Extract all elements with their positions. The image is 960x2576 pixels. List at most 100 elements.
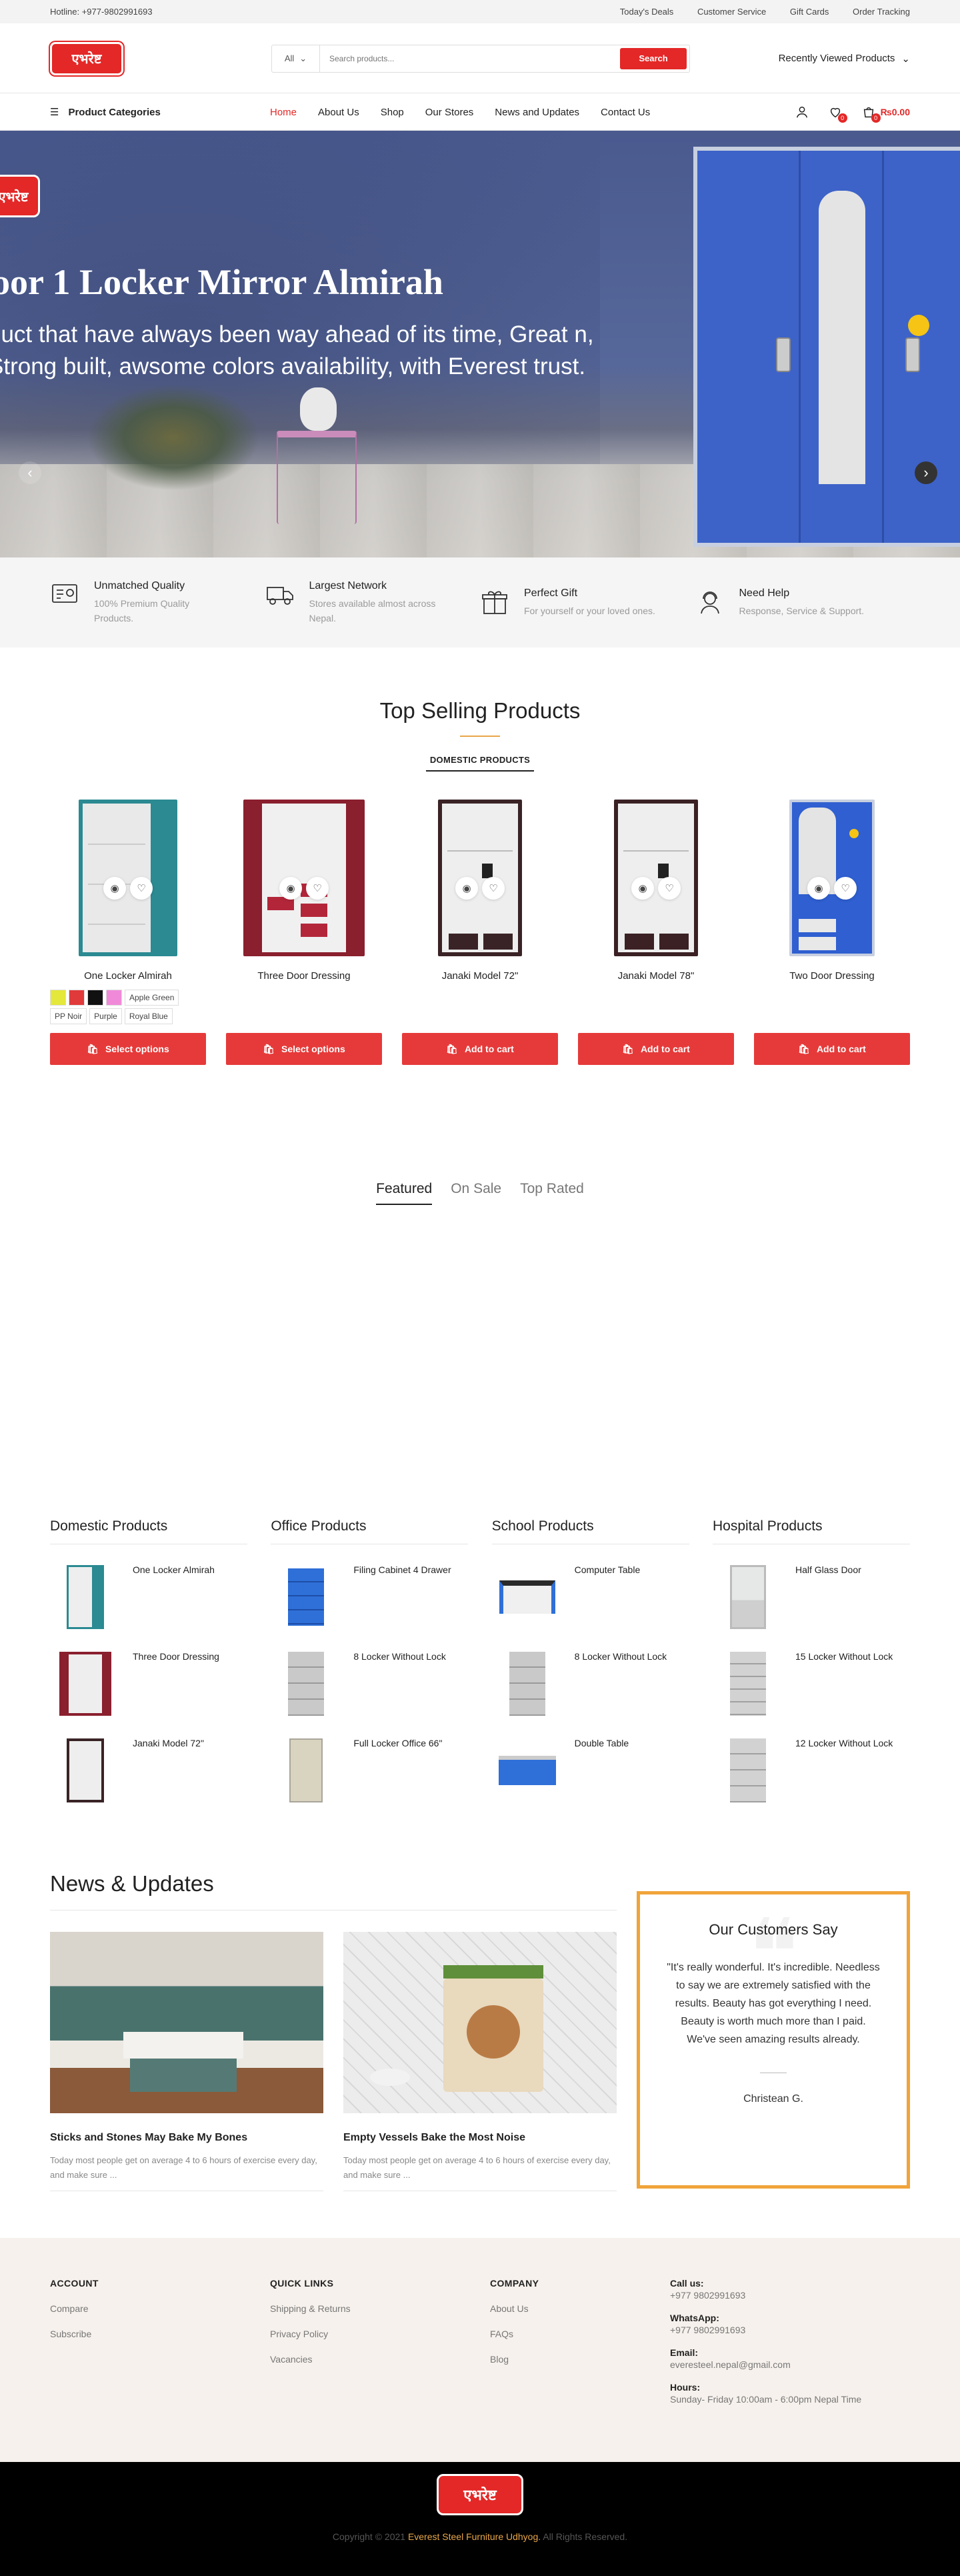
product-name[interactable]: Three Door Dressing (226, 970, 382, 982)
wishlist-icon[interactable]: ♡ (482, 877, 505, 900)
category-title[interactable]: Office Products (271, 1518, 469, 1544)
product-thumb[interactable] (50, 1736, 121, 1804)
menu-contact-us[interactable]: Contact Us (601, 107, 650, 118)
slider-next-arrow[interactable]: › (915, 461, 937, 484)
category-product[interactable]: 15 Locker Without Lock (713, 1650, 910, 1718)
product-image[interactable]: ◉ ♡ (402, 800, 558, 960)
quick-view-icon[interactable]: ◉ (807, 877, 830, 900)
tab-featured[interactable]: Featured (376, 1181, 433, 1205)
product-thumb[interactable] (271, 1563, 341, 1631)
tab-domestic-products[interactable]: DOMESTIC PRODUCTS (425, 755, 535, 772)
product-name[interactable]: Double Table (575, 1738, 629, 1804)
menu-home[interactable]: Home (270, 107, 297, 118)
product-image[interactable]: ◉ ♡ (578, 800, 734, 960)
swatch-pink[interactable] (106, 990, 122, 1006)
search-input[interactable] (320, 45, 617, 72)
product-name[interactable]: One Locker Almirah (133, 1564, 215, 1631)
wishlist-icon[interactable]: ♡ (658, 877, 681, 900)
product-image[interactable]: ◉ ♡ (226, 800, 382, 960)
select-options-button[interactable]: 🛍 Select options (50, 1033, 206, 1065)
category-product[interactable]: One Locker Almirah (50, 1563, 247, 1631)
swatch-pp-noir[interactable]: PP Noir (50, 1008, 87, 1024)
swatch-purple[interactable]: Purple (89, 1008, 122, 1024)
product-card[interactable]: ◉ ♡ Two Door Dressing 🛍 Add to cart (754, 800, 910, 1066)
product-thumb[interactable] (492, 1563, 563, 1631)
swatch-apple-green[interactable]: Apple Green (125, 990, 179, 1006)
quick-view-icon[interactable]: ◉ (631, 877, 654, 900)
category-product[interactable]: Filing Cabinet 4 Drawer (271, 1563, 468, 1631)
product-image[interactable]: ◉ ♡ (50, 800, 206, 960)
product-name[interactable]: Two Door Dressing (754, 970, 910, 982)
search-button[interactable]: Search (620, 47, 687, 69)
product-thumb[interactable] (492, 1650, 563, 1718)
menu-our-stores[interactable]: Our Stores (425, 107, 474, 118)
slider-prev-arrow[interactable]: ‹ (19, 461, 41, 484)
category-product[interactable]: 12 Locker Without Lock (713, 1736, 910, 1804)
call-number[interactable]: +977 9802991693 (670, 2290, 870, 2301)
product-name[interactable]: 8 Locker Without Lock (353, 1651, 446, 1718)
category-product[interactable]: Double Table (492, 1736, 689, 1804)
product-thumb[interactable] (492, 1736, 563, 1804)
swatch-red[interactable] (69, 990, 85, 1006)
footer-logo[interactable]: एभरेष्ट (437, 2474, 523, 2515)
swatch-royal-blue[interactable]: Royal Blue (124, 1008, 173, 1024)
product-name[interactable]: Filing Cabinet 4 Drawer (353, 1564, 451, 1631)
customer-service-link[interactable]: Customer Service (697, 7, 766, 17)
product-thumb[interactable] (50, 1650, 121, 1718)
category-product[interactable]: Full Locker Office 66" (271, 1736, 468, 1804)
post-image[interactable] (343, 1932, 617, 2113)
product-card[interactable]: ◉ ♡ Janaki Model 78" 🛍 Add to cart (578, 800, 734, 1066)
post-card[interactable]: Sticks and Stones May Bake My Bones Toda… (50, 1932, 323, 2191)
product-categories-toggle[interactable]: ☰ Product Categories (50, 106, 270, 119)
product-card[interactable]: ◉ ♡ Three Door Dressing 🛍 Select options (226, 800, 382, 1066)
quick-view-icon[interactable]: ◉ (279, 877, 302, 900)
product-name[interactable]: 15 Locker Without Lock (795, 1651, 893, 1718)
quick-view-icon[interactable]: ◉ (103, 877, 126, 900)
select-options-button[interactable]: 🛍 Select options (226, 1033, 382, 1065)
footer-link-compare[interactable]: Compare (50, 2303, 270, 2314)
product-thumb[interactable] (271, 1736, 341, 1804)
user-icon[interactable] (794, 104, 810, 120)
todays-deals-link[interactable]: Today's Deals (620, 7, 674, 17)
search-category-select[interactable]: All ⌄ (272, 45, 320, 72)
post-image[interactable] (50, 1932, 323, 2113)
product-name[interactable]: Three Door Dressing (133, 1651, 219, 1718)
add-to-cart-button[interactable]: 🛍 Add to cart (754, 1033, 910, 1065)
category-product[interactable]: Half Glass Door (713, 1563, 910, 1631)
product-thumb[interactable] (713, 1563, 783, 1631)
swatch-yellow[interactable] (50, 990, 66, 1006)
category-title[interactable]: School Products (491, 1518, 689, 1544)
product-name[interactable]: 8 Locker Without Lock (575, 1651, 667, 1718)
product-name[interactable]: Computer Table (575, 1564, 641, 1631)
recently-viewed-dropdown[interactable]: Recently Viewed Products ⌄ (779, 53, 910, 65)
footer-link-about[interactable]: About Us (490, 2303, 670, 2314)
copyright-brand[interactable]: Everest Steel Furniture Udhyog. (408, 2531, 541, 2542)
gift-cards-link[interactable]: Gift Cards (790, 7, 829, 17)
quick-view-icon[interactable]: ◉ (455, 877, 478, 900)
footer-link-subscribe[interactable]: Subscribe (50, 2329, 270, 2339)
product-name[interactable]: 12 Locker Without Lock (795, 1738, 893, 1804)
category-title[interactable]: Domestic Products (50, 1518, 247, 1544)
whatsapp-number[interactable]: +977 9802991693 (670, 2325, 870, 2335)
footer-link-shipping[interactable]: Shipping & Returns (270, 2303, 490, 2314)
order-tracking-link[interactable]: Order Tracking (853, 7, 910, 17)
product-name[interactable]: Full Locker Office 66" (353, 1738, 442, 1804)
wishlist-icon[interactable]: ♡ (306, 877, 329, 900)
category-title[interactable]: Hospital Products (712, 1518, 910, 1544)
product-thumb[interactable] (713, 1736, 783, 1804)
post-title[interactable]: Sticks and Stones May Bake My Bones (50, 2132, 323, 2144)
product-image[interactable]: ◉ ♡ (754, 800, 910, 960)
footer-link-vacancies[interactable]: Vacancies (270, 2354, 490, 2365)
footer-link-blog[interactable]: Blog (490, 2354, 670, 2365)
category-product[interactable]: Three Door Dressing (50, 1650, 247, 1718)
site-logo[interactable]: एभरेष्ट (50, 41, 123, 75)
product-thumb[interactable] (50, 1563, 121, 1631)
product-name[interactable]: Janaki Model 78" (578, 970, 734, 982)
wishlist-icon[interactable]: ♡ (834, 877, 857, 900)
add-to-cart-button[interactable]: 🛍 Add to cart (578, 1033, 734, 1065)
product-name[interactable]: Janaki Model 72" (133, 1738, 204, 1804)
wishlist-icon[interactable]: 0 (827, 104, 847, 123)
footer-link-privacy[interactable]: Privacy Policy (270, 2329, 490, 2339)
cart-button[interactable]: 0 ₨0.00 (861, 104, 910, 123)
product-name[interactable]: Janaki Model 72" (402, 970, 558, 982)
